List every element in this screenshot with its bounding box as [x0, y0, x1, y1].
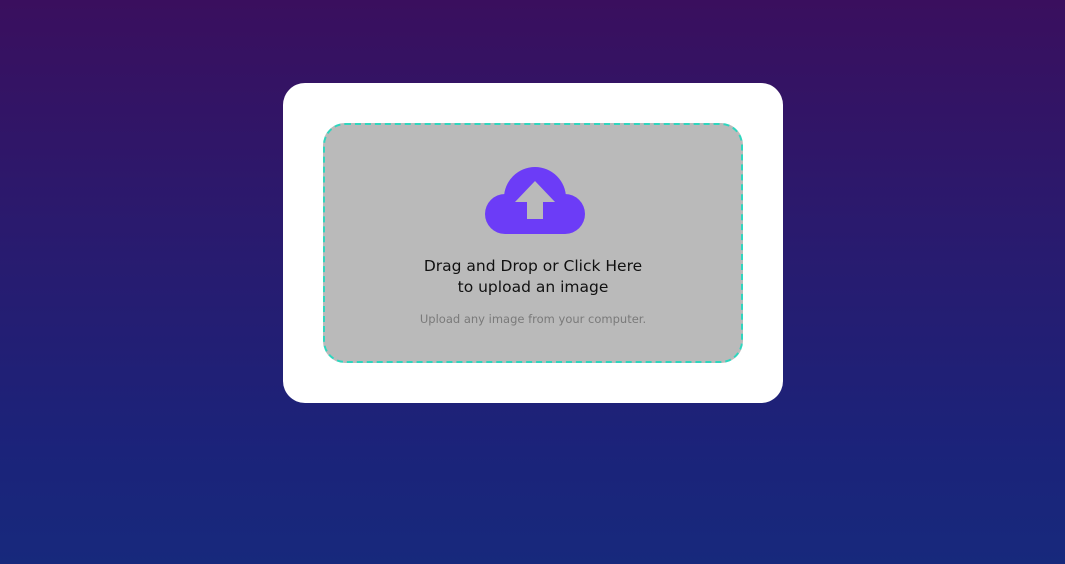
dropzone-title-line2: to upload an image [457, 278, 609, 296]
cloud-upload-icon [485, 167, 585, 234]
dropzone-hint: Upload any image from your computer. [419, 312, 647, 326]
dropzone-title-line1: Drag and Drop or Click Here [423, 257, 643, 275]
image-dropzone[interactable]: Drag and Drop or Click Here to upload an… [323, 123, 743, 363]
page-background: Drag and Drop or Click Here to upload an… [0, 0, 1065, 564]
upload-card: Drag and Drop or Click Here to upload an… [283, 83, 783, 403]
